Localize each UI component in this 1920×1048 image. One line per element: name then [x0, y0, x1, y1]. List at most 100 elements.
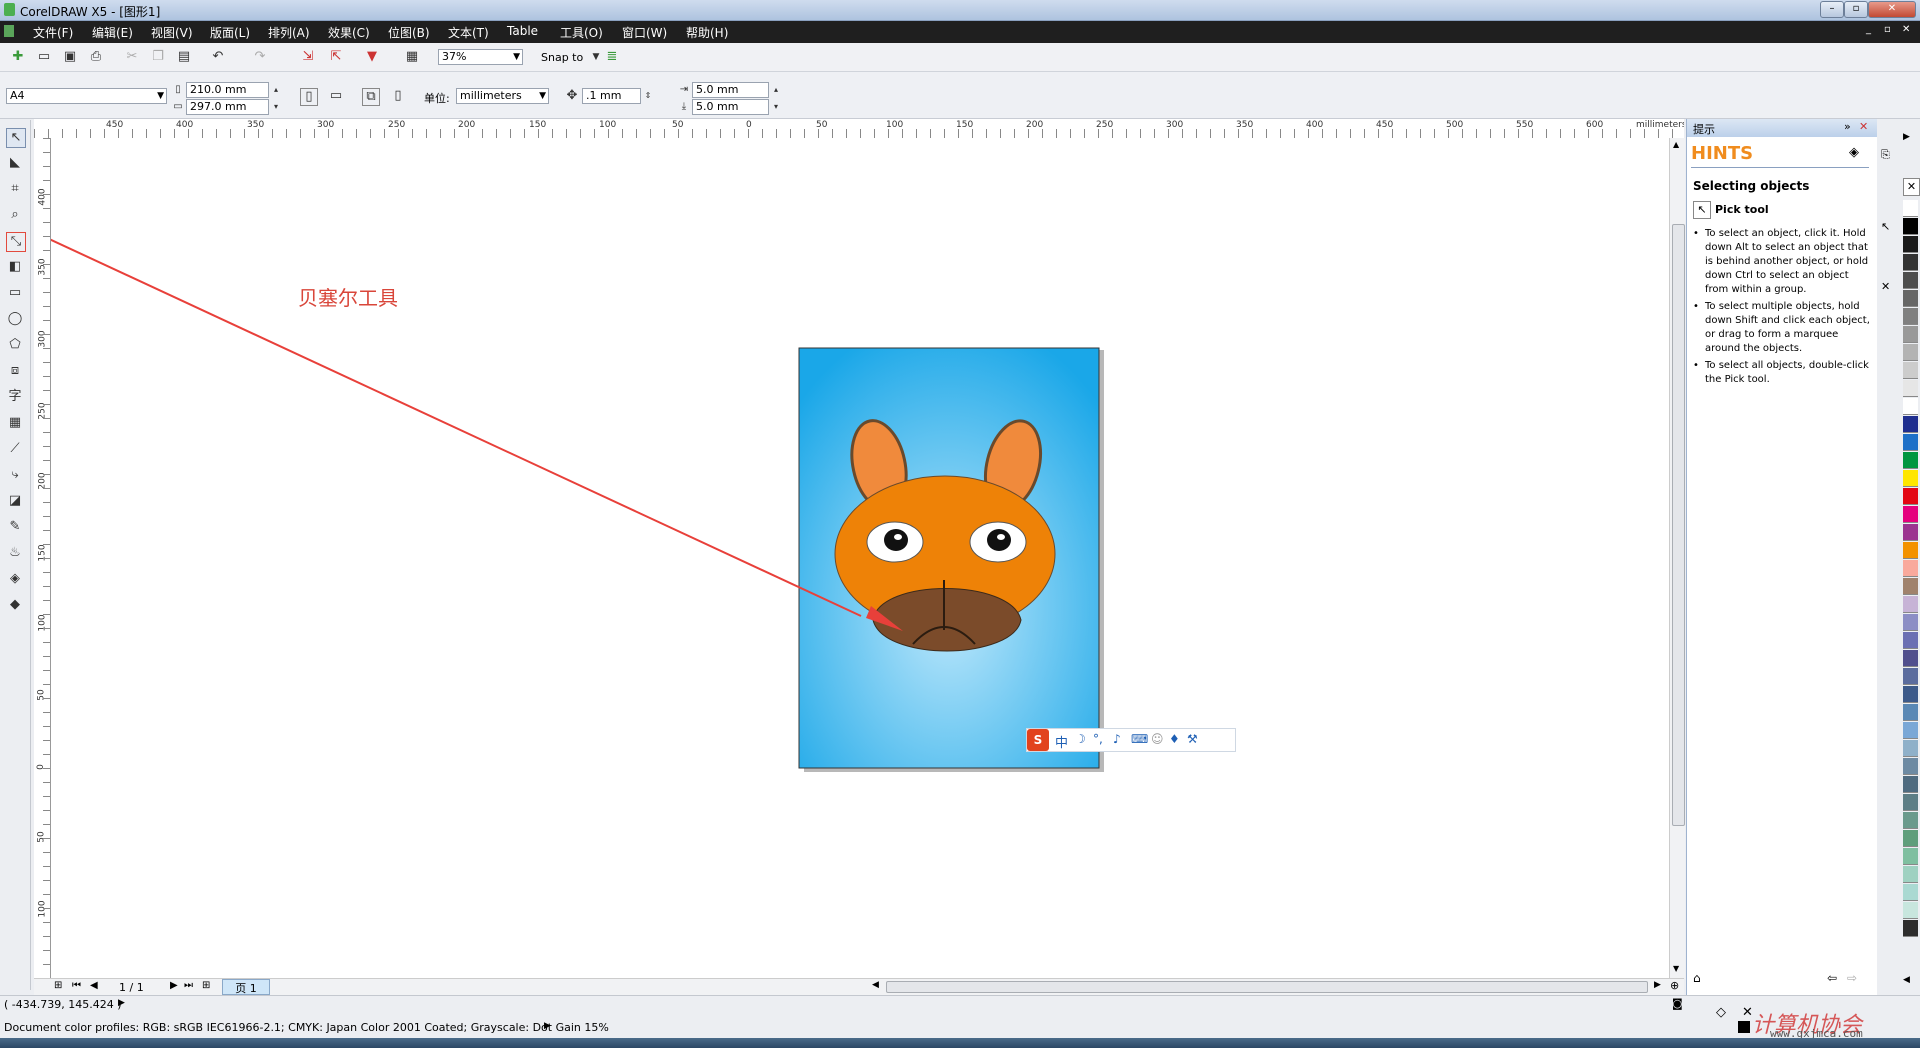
cut-icon[interactable]: ✂	[124, 49, 140, 65]
dimension-tool-icon[interactable]: ⟋	[6, 440, 24, 458]
color-swatch[interactable]	[1903, 722, 1918, 739]
fill-indicator-icon[interactable]: ◇	[1716, 1005, 1726, 1020]
menu-window[interactable]: 窗口(W)	[622, 24, 667, 41]
scroll-up-icon[interactable]: ▲	[1673, 140, 1679, 149]
nudge-spinner-icon[interactable]: ⇕	[640, 88, 656, 104]
prev-page-icon[interactable]: ◀	[90, 980, 98, 991]
portrait-icon[interactable]: ▯	[300, 88, 318, 106]
color-swatch[interactable]	[1903, 812, 1918, 829]
color-swatch[interactable]	[1903, 218, 1918, 235]
color-swatch[interactable]	[1903, 794, 1918, 811]
zoom-nav-icon[interactable]: ⊕	[1670, 979, 1679, 992]
color-swatch[interactable]	[1903, 614, 1918, 631]
home-icon[interactable]: ⌂	[1693, 971, 1701, 985]
moon-icon[interactable]: ☽	[1075, 732, 1086, 746]
minimize-button[interactable]: –	[1820, 1, 1844, 18]
duplicate-x-field[interactable]: 5.0 mm	[692, 82, 769, 98]
redo-icon[interactable]: ↷	[252, 49, 268, 65]
color-swatch[interactable]	[1903, 326, 1918, 343]
color-swatch[interactable]	[1903, 434, 1918, 451]
color-swatch[interactable]	[1903, 254, 1918, 271]
color-swatch[interactable]	[1903, 902, 1918, 919]
menu-effects[interactable]: 效果(C)	[328, 24, 370, 41]
copy-icon[interactable]: ❐	[150, 49, 166, 65]
camera-icon[interactable]: ◙	[1672, 997, 1683, 1010]
right-pupil[interactable]	[987, 529, 1011, 551]
bezier-tool-icon[interactable]: ⤡	[6, 232, 26, 252]
page-tab[interactable]: 页 1	[222, 979, 270, 995]
tab-close-icon[interactable]: ✕	[1881, 280, 1890, 293]
application-launcher-icon[interactable]: ▼	[364, 49, 380, 65]
vertical-scrollbar[interactable]: ▲ ▼	[1669, 138, 1685, 978]
color-swatch[interactable]	[1903, 686, 1918, 703]
zoom-level-select[interactable]: 37% ▼	[438, 49, 523, 65]
drawing-canvas[interactable]: 贝塞尔工具 S 中 ☽ °, ♪ ⌨ ☺ ♦ ⚒	[51, 138, 1669, 978]
table-tool-icon[interactable]: ▦	[6, 414, 24, 432]
next-page-icon[interactable]: ▶	[170, 980, 178, 991]
menu-help[interactable]: 帮助(H)	[686, 24, 728, 41]
ime-mode-toggle[interactable]: 中	[1055, 732, 1068, 751]
palette-scroll-down-icon[interactable]: ◀	[1903, 975, 1910, 985]
color-swatch[interactable]	[1903, 272, 1918, 289]
color-swatch[interactable]	[1903, 488, 1918, 505]
hints-tab-icon[interactable]: ↖	[1881, 220, 1890, 233]
ellipse-tool-icon[interactable]: ◯	[6, 310, 24, 328]
outline-color-swatch[interactable]	[1738, 1021, 1750, 1033]
open-icon[interactable]: ▭	[36, 49, 52, 65]
menu-arrange[interactable]: 排列(A)	[268, 24, 310, 41]
scroll-down-icon[interactable]: ▼	[1673, 964, 1679, 973]
zoom-tool-icon[interactable]: ⌕	[6, 206, 24, 224]
color-swatch[interactable]	[1903, 848, 1918, 865]
import-icon[interactable]: ⇲	[300, 49, 316, 65]
crop-tool-icon[interactable]: ⌗	[6, 180, 24, 198]
scroll-thumb[interactable]	[1672, 224, 1685, 826]
paste-icon[interactable]: ▤	[176, 49, 192, 65]
last-page-icon[interactable]: ⏭	[184, 980, 193, 991]
menu-layout[interactable]: 版面(L)	[210, 24, 250, 41]
menu-tools[interactable]: 工具(O)	[560, 24, 603, 41]
maximize-button[interactable]: ▫	[1844, 1, 1868, 18]
color-swatch[interactable]	[1903, 866, 1918, 883]
left-pupil[interactable]	[884, 529, 908, 551]
color-swatch[interactable]	[1903, 308, 1918, 325]
units-select[interactable]: millimeters ▼	[456, 88, 549, 104]
color-swatch[interactable]	[1903, 380, 1918, 397]
color-swatch[interactable]	[1903, 632, 1918, 649]
dup-y-spinner-icon[interactable]: ▾	[768, 99, 784, 115]
basic-shapes-icon[interactable]: ⧈	[6, 362, 24, 380]
rectangle-tool-icon[interactable]: ▭	[6, 284, 24, 302]
doc-close-icon[interactable]: ✕	[1902, 24, 1910, 35]
color-swatch[interactable]	[1903, 542, 1918, 559]
undo-icon[interactable]: ↶	[210, 49, 226, 65]
color-swatch[interactable]	[1903, 506, 1918, 523]
page-size-select[interactable]: A4 ▼	[6, 88, 167, 104]
color-swatch[interactable]	[1903, 740, 1918, 757]
palette-scroll-up-icon[interactable]: ▶	[1903, 132, 1910, 142]
all-pages-icon[interactable]: ⧉	[362, 88, 380, 106]
back-icon[interactable]: ⇦	[1827, 971, 1837, 985]
doc-minimize-icon[interactable]: _	[1866, 24, 1871, 35]
profiles-expand-icon[interactable]: ▶	[544, 1021, 551, 1031]
color-swatch[interactable]	[1903, 290, 1918, 307]
color-swatch[interactable]	[1903, 668, 1918, 685]
add-page-icon[interactable]: ⊞	[54, 980, 62, 991]
no-color-swatch-icon[interactable]: ✕	[1903, 178, 1920, 196]
object-manager-tab-icon[interactable]: ⎘	[1881, 148, 1890, 162]
hscroll-right-icon[interactable]: ▶	[1654, 980, 1661, 990]
color-swatch[interactable]	[1903, 398, 1918, 415]
menu-edit[interactable]: 编辑(E)	[92, 24, 133, 41]
options-icon[interactable]: ≣	[604, 49, 620, 65]
color-swatch[interactable]	[1903, 560, 1918, 577]
outline-tool-icon[interactable]: ♨	[6, 544, 24, 562]
wrench-icon[interactable]: ⚒	[1187, 732, 1198, 746]
color-swatch[interactable]	[1903, 200, 1918, 217]
hints-book-icon[interactable]: ◈	[1849, 145, 1859, 160]
nudge-distance-field[interactable]: .1 mm	[582, 88, 641, 104]
hscroll-thumb[interactable]	[886, 981, 1648, 993]
color-swatch[interactable]	[1903, 884, 1918, 901]
connector-tool-icon[interactable]: ⤷	[6, 466, 24, 484]
hscroll-left-icon[interactable]: ◀	[872, 980, 879, 990]
color-swatch[interactable]	[1903, 830, 1918, 847]
dup-x-spinner-icon[interactable]: ▴	[768, 82, 784, 98]
interactive-fill-icon[interactable]: ◆	[6, 596, 24, 614]
